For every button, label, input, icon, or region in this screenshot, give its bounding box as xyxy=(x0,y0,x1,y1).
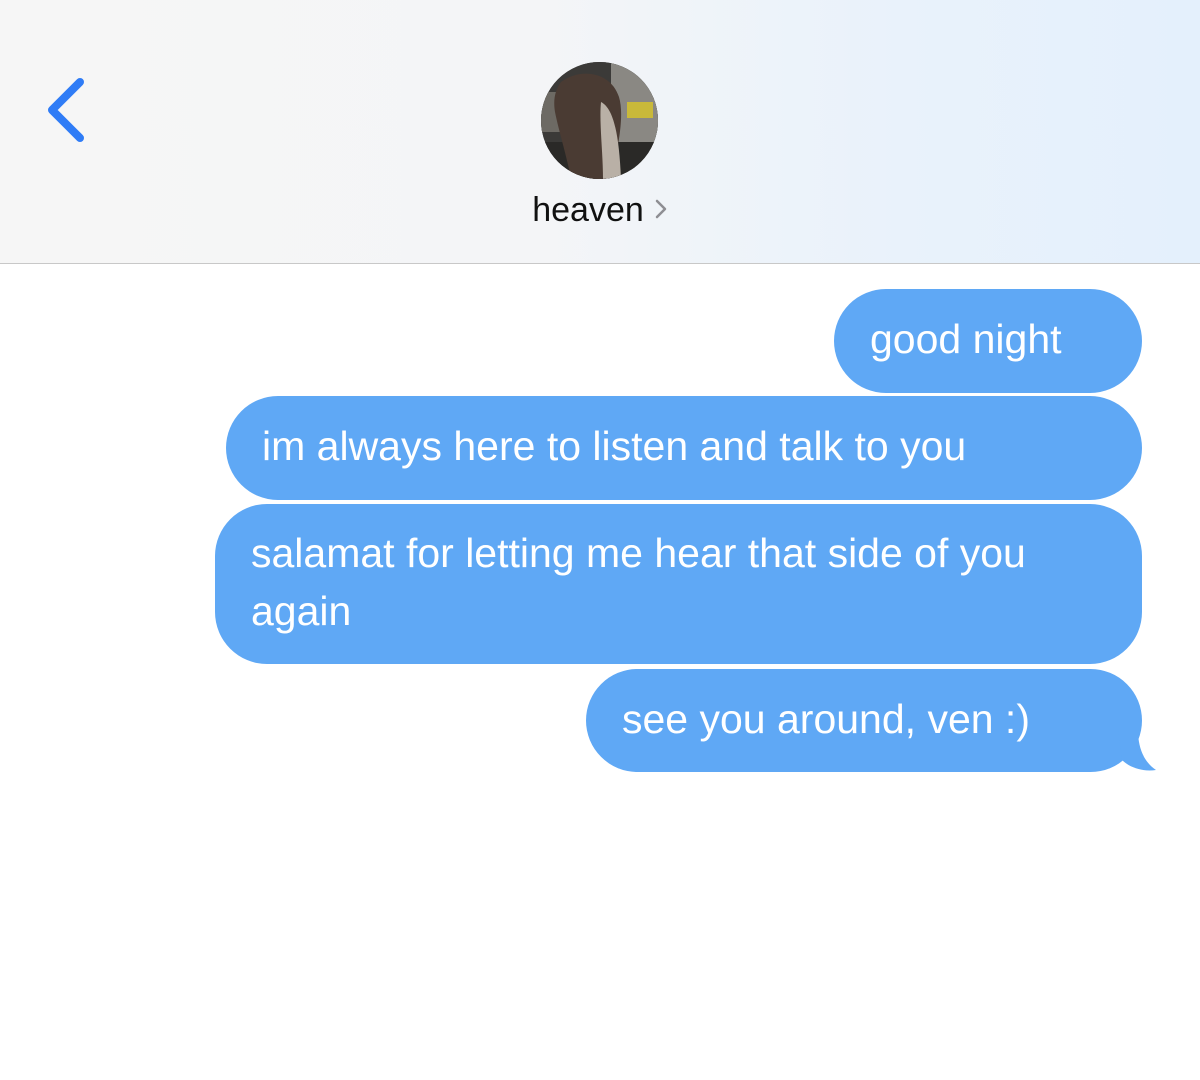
message-bubble[interactable]: see you around, ven :) xyxy=(586,669,1142,772)
chevron-right-icon xyxy=(654,187,668,231)
avatar[interactable] xyxy=(541,62,658,179)
message-bubble[interactable]: good night xyxy=(834,289,1142,393)
message-text: see you around, ven :) xyxy=(622,696,1030,742)
message-text: good night xyxy=(870,316,1062,362)
contact-name: heaven xyxy=(532,191,644,229)
contact-photo xyxy=(541,62,658,179)
message-thread[interactable]: good night im always here to listen and … xyxy=(0,264,1200,1080)
chevron-left-icon xyxy=(48,78,84,142)
bubble-tail xyxy=(1118,730,1156,771)
message-text: salamat for letting me hear that side of… xyxy=(251,530,1026,634)
message-bubble[interactable]: salamat for letting me hear that side of… xyxy=(215,504,1142,664)
conversation-header: heaven xyxy=(0,0,1200,264)
message-bubble[interactable]: im always here to listen and talk to you xyxy=(226,396,1142,500)
contact-name-button[interactable]: heaven xyxy=(0,188,1200,234)
back-button[interactable] xyxy=(36,70,96,150)
message-text: im always here to listen and talk to you xyxy=(262,423,967,469)
